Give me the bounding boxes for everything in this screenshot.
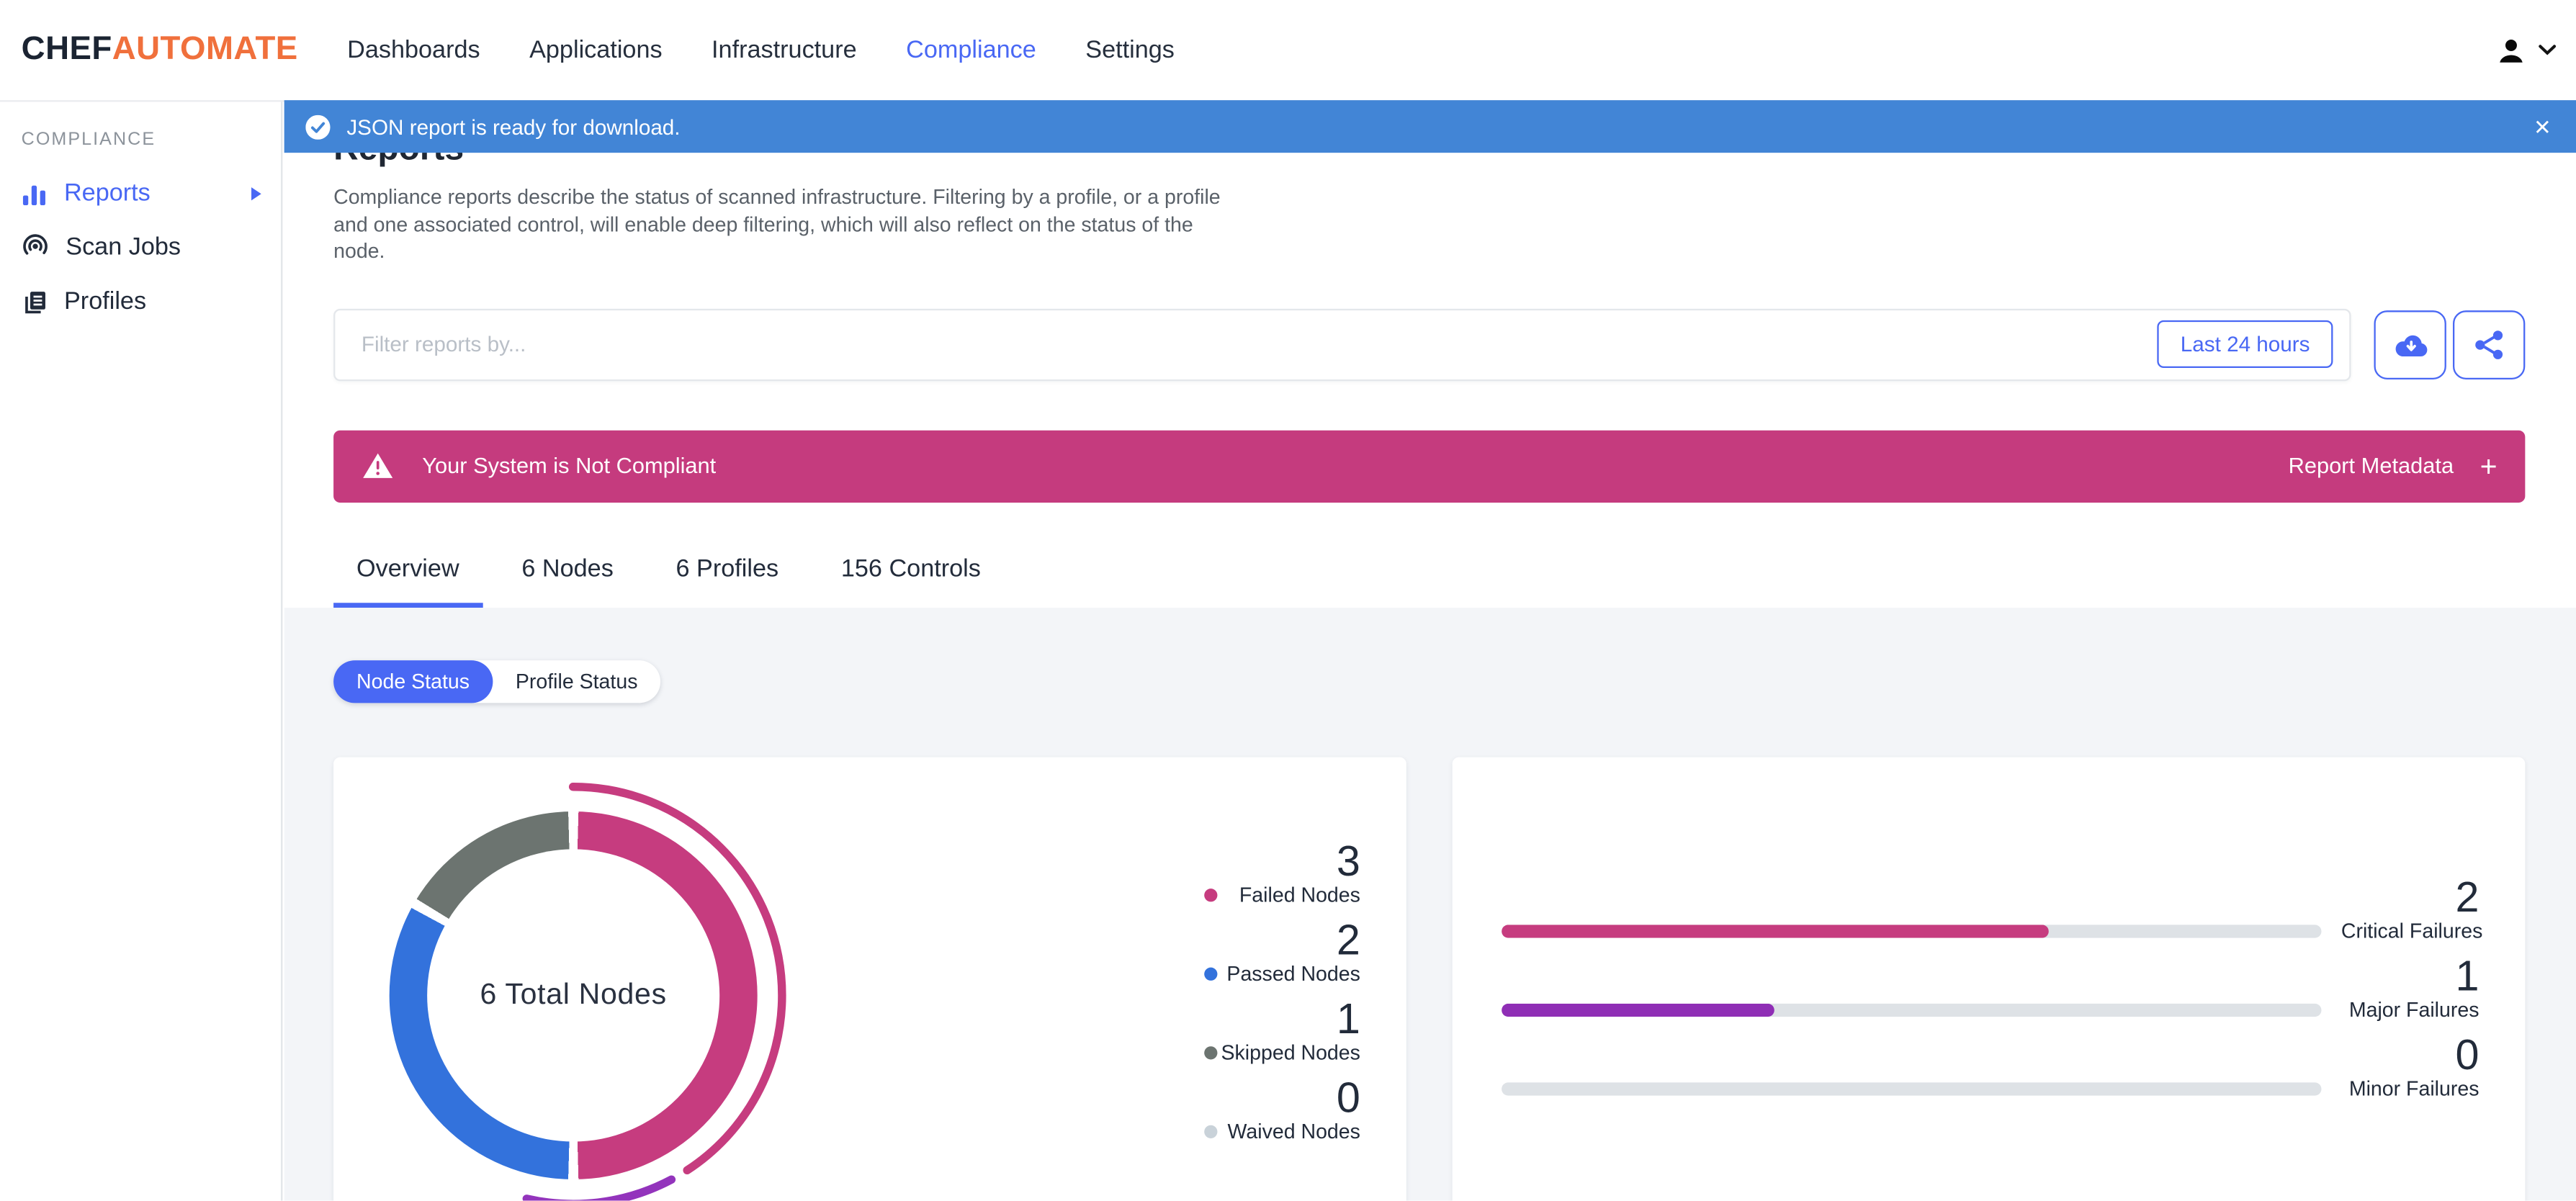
bar-line: Critical Failures: [1502, 919, 2483, 943]
tab-controls[interactable]: 156 Controls: [818, 554, 1004, 607]
page-description: Compliance reports describe the status o…: [333, 185, 1221, 264]
primary-nav: Dashboards Applications Infrastructure C…: [347, 36, 1224, 64]
major-failures-bar[interactable]: [1502, 1002, 2322, 1016]
report-metadata-toggle[interactable]: Report Metadata +: [2289, 451, 2498, 480]
status-toggle: Node Status Profile Status: [333, 659, 661, 703]
overview-panel: Node Status Profile Status 6 Total Nodes: [284, 606, 2576, 1201]
sidebar-item-label: Scan Jobs: [66, 233, 181, 261]
plus-icon: +: [2479, 449, 2498, 482]
bar-line: Major Failures: [1502, 997, 2479, 1021]
minor-failures-label: Minor Failures: [2348, 1076, 2479, 1100]
tab-profiles[interactable]: 6 Profiles: [653, 554, 802, 607]
failed-dot-icon: [1204, 888, 1218, 901]
critical-failures-bar[interactable]: [1502, 924, 2322, 937]
warning-triangle-icon: [362, 451, 395, 480]
major-failures-count: 1: [2455, 950, 2479, 1000]
brand-automate: AUTOMATE: [112, 31, 298, 68]
legend-label-row: Passed Nodes: [1015, 960, 1360, 986]
donut-hole: 6 Total Nodes: [427, 848, 720, 1141]
chevron-down-icon: [2539, 45, 2557, 56]
minor-failures-count: 0: [2455, 1029, 2479, 1079]
download-report-button[interactable]: [2374, 310, 2446, 379]
app-window: CHEF AUTOMATE Dashboards Applications Inf…: [0, 0, 2576, 1201]
tab-overview[interactable]: Overview: [333, 554, 483, 607]
close-icon[interactable]: ✕: [2530, 112, 2554, 140]
sidebar-item-reports[interactable]: Reports: [0, 166, 281, 220]
compliance-alert-banner: Your System is Not Compliant Report Meta…: [333, 429, 2526, 502]
legend-item-failed[interactable]: 3 Failed Nodes: [1015, 839, 1360, 908]
legend-label-row: Failed Nodes: [1015, 881, 1360, 908]
nav-compliance[interactable]: Compliance: [906, 36, 1036, 64]
report-tabs: Overview 6 Nodes 6 Profiles 156 Controls: [333, 554, 2525, 607]
person-icon: [2495, 35, 2526, 65]
filter-reports-input[interactable]: [335, 310, 2350, 379]
waived-dot-icon: [1204, 1124, 1218, 1138]
filter-box: Last 24 hours: [333, 307, 2351, 381]
notification-banner: JSON report is ready for download. ✕: [284, 100, 2576, 153]
nav-applications[interactable]: Applications: [529, 36, 663, 64]
major-failures-row: 1 Major Failures: [1502, 950, 2479, 1021]
sidebar-item-scan-jobs[interactable]: Scan Jobs: [0, 220, 281, 274]
node-status-legend: 3 Failed Nodes 2 Passed Nodes 1 Skipped …: [1015, 839, 1360, 1154]
toggle-profile-status[interactable]: Profile Status: [493, 660, 660, 702]
report-metadata-label: Report Metadata: [2288, 453, 2454, 478]
legend-label-row: Skipped Nodes: [1015, 1039, 1360, 1066]
user-menu[interactable]: [2495, 0, 2557, 100]
bar-line: Minor Failures: [1502, 1076, 2479, 1100]
skipped-nodes-count: 1: [1336, 993, 1360, 1043]
sidebar-item-label: Reports: [63, 179, 151, 207]
nav-infrastructure[interactable]: Infrastructure: [712, 36, 857, 64]
passed-dot-icon: [1204, 966, 1218, 980]
main-content: Reports Compliance reports describe the …: [284, 100, 2576, 1201]
minor-failures-bar[interactable]: [1502, 1081, 2322, 1095]
nav-dashboards[interactable]: Dashboards: [347, 36, 480, 64]
passed-nodes-count: 2: [1336, 914, 1360, 963]
sidebar-item-label: Profiles: [63, 287, 147, 316]
skipped-nodes-label: Skipped Nodes: [1221, 1040, 1360, 1064]
skipped-dot-icon: [1204, 1045, 1218, 1059]
tab-nodes[interactable]: 6 Nodes: [498, 554, 636, 607]
scanner-icon: [22, 233, 50, 261]
submenu-arrow-icon: [251, 186, 261, 200]
failed-nodes-label: Failed Nodes: [1239, 883, 1360, 907]
waived-nodes-label: Waived Nodes: [1227, 1119, 1360, 1143]
overview-cards: 6 Total Nodes 3 Failed Nodes 2 Passed No…: [333, 756, 2526, 1201]
legend-label-row: Waived Nodes: [1015, 1117, 1360, 1144]
legend-item-waived[interactable]: 0 Waived Nodes: [1015, 1075, 1360, 1144]
filter-toolbar: Last 24 hours: [333, 307, 2526, 381]
top-navigation: CHEF AUTOMATE Dashboards Applications Inf…: [0, 0, 2576, 102]
donut-center-label: 6 Total Nodes: [480, 977, 667, 1010]
legend-item-skipped[interactable]: 1 Skipped Nodes: [1015, 997, 1360, 1066]
time-range-button[interactable]: Last 24 hours: [2157, 319, 2333, 367]
passed-nodes-label: Passed Nodes: [1226, 961, 1360, 985]
compliance-sidebar: COMPLIANCE Reports Scan Jobs Profiles: [0, 100, 283, 1201]
legend-item-passed[interactable]: 2 Passed Nodes: [1015, 917, 1360, 986]
share-report-button[interactable]: [2452, 310, 2526, 379]
severity-of-failures-card: 2 Critical Failures 1 Major Failures 0 M…: [1452, 756, 2526, 1201]
node-status-card: 6 Total Nodes 3 Failed Nodes 2 Passed No…: [333, 756, 1406, 1201]
critical-failures-count: 2: [2455, 871, 2479, 921]
alert-message: Your System is Not Compliant: [422, 453, 717, 478]
nav-settings[interactable]: Settings: [1085, 36, 1175, 64]
reports-header-section: Reports Compliance reports describe the …: [284, 100, 2576, 607]
failed-nodes-count: 3: [1336, 835, 1360, 885]
documents-icon: [22, 288, 48, 315]
sidebar-item-profiles[interactable]: Profiles: [0, 274, 281, 328]
notification-message: JSON report is ready for download.: [346, 114, 681, 139]
major-failures-label: Major Failures: [2348, 997, 2479, 1021]
minor-failures-row: 0 Minor Failures: [1502, 1029, 2479, 1100]
bar-chart-icon: [22, 181, 48, 205]
sidebar-section-label: COMPLIANCE: [21, 130, 156, 150]
toggle-node-status[interactable]: Node Status: [333, 659, 493, 703]
critical-failures-label: Critical Failures: [2341, 919, 2483, 943]
critical-failures-row: 2 Critical Failures: [1502, 871, 2483, 943]
check-circle-icon: [305, 114, 331, 139]
brand-chef: CHEF: [21, 31, 112, 68]
cloud-download-icon: [2391, 329, 2428, 359]
share-icon: [2472, 328, 2505, 361]
chef-automate-logo[interactable]: CHEF AUTOMATE: [22, 31, 298, 68]
waived-nodes-count: 0: [1336, 1071, 1360, 1121]
